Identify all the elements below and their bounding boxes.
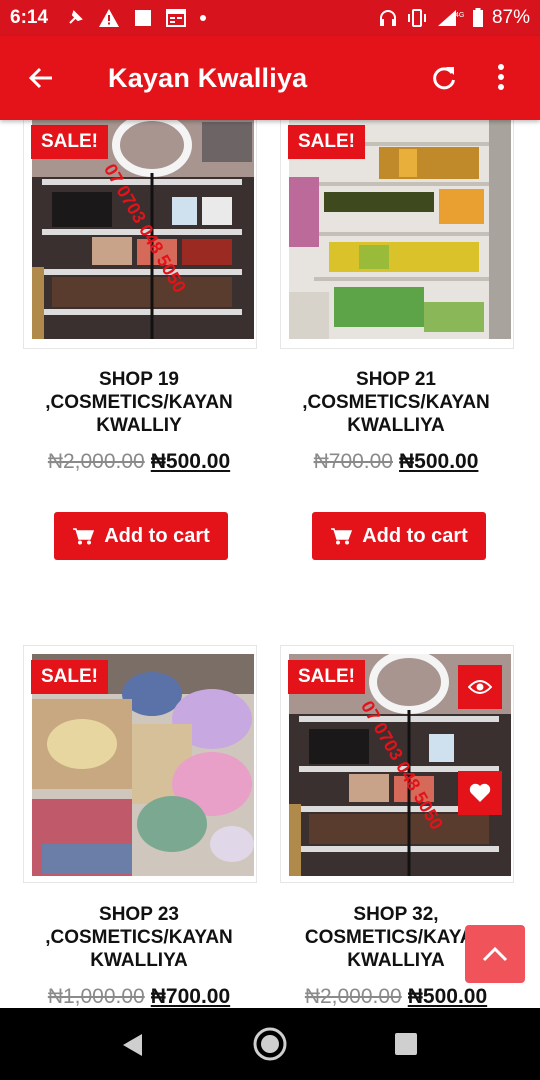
sale-badge: SALE! [288,660,365,694]
add-to-cart-button[interactable]: Add to cart [54,512,228,560]
status-bar: 6:14 4G 87% [0,0,540,36]
back-arrow-icon [28,67,52,89]
battery-icon [472,8,483,27]
scroll-to-top-button[interactable] [465,925,525,983]
sale-badge: SALE! [31,660,108,694]
add-to-cart-label: Add to cart [362,524,468,547]
sale-price: ₦500.00 [150,450,231,473]
more-options-button[interactable] [496,62,506,97]
old-price: ₦1,000.00 [47,985,145,1008]
product-price: ₦1,000.00 ₦700.00 [23,985,255,1008]
wishlist-button[interactable] [458,771,502,815]
add-to-cart-label: Add to cart [104,524,210,547]
product-price: ₦2,000.00 ₦500.00 [23,450,255,474]
product-price: ₦700.00 ₦500.00 [280,450,512,474]
refresh-button[interactable] [430,64,458,97]
sale-price: ₦700.00 [150,985,231,1008]
product-grid: 07 0703 048 5050 SALE! SHOP 19 ,COSMETIC… [0,120,540,1008]
eye-icon [468,680,492,694]
warning-icon [99,9,120,27]
network-label: 4G [455,12,464,19]
product-name[interactable]: SHOP 21 ,COSMETICS/KAYAN KWALLIYA [280,368,512,437]
pin-icon [69,10,83,24]
refresh-icon [433,67,455,90]
chevron-up-icon [482,946,508,962]
old-price: ₦700.00 [313,450,393,473]
back-button[interactable] [28,66,58,90]
cart-icon [73,528,95,545]
dot-icon [200,15,207,21]
sale-badge: SALE! [31,125,108,159]
app-bar: Kayan Kwalliya [0,36,540,120]
sale-price: ₦500.00 [407,985,488,1008]
system-nav-bar [0,1008,540,1080]
more-vert-icon [498,64,504,90]
calendar-icon [166,9,187,27]
add-to-cart-button[interactable]: Add to cart [312,512,486,560]
old-price: ₦2,000.00 [304,985,402,1008]
status-time: 6:14 [10,7,49,28]
product-name[interactable]: SHOP 19 ,COSMETICS/KAYAN KWALLIY [23,368,255,437]
product-price: ₦2,000.00 ₦500.00 [280,985,512,1008]
nav-home-icon[interactable] [252,1026,288,1062]
nav-recents-icon[interactable] [394,1032,418,1056]
page-title: Kayan Kwalliya [108,62,308,93]
sale-badge: SALE! [288,125,365,159]
square-icon [135,10,152,26]
headset-icon [379,10,396,26]
vibrate-icon [407,9,426,27]
cart-icon [331,528,353,545]
battery-level: 87% [491,7,530,28]
signal-icon: 4G [437,10,464,26]
quick-view-button[interactable] [458,665,502,709]
old-price: ₦2,000.00 [47,450,145,473]
nav-back-icon[interactable] [120,1032,146,1058]
heart-icon [469,783,491,802]
product-name[interactable]: SHOP 23 ,COSMETICS/KAYAN KWALLIYA [23,903,255,972]
sale-price: ₦500.00 [399,450,479,473]
